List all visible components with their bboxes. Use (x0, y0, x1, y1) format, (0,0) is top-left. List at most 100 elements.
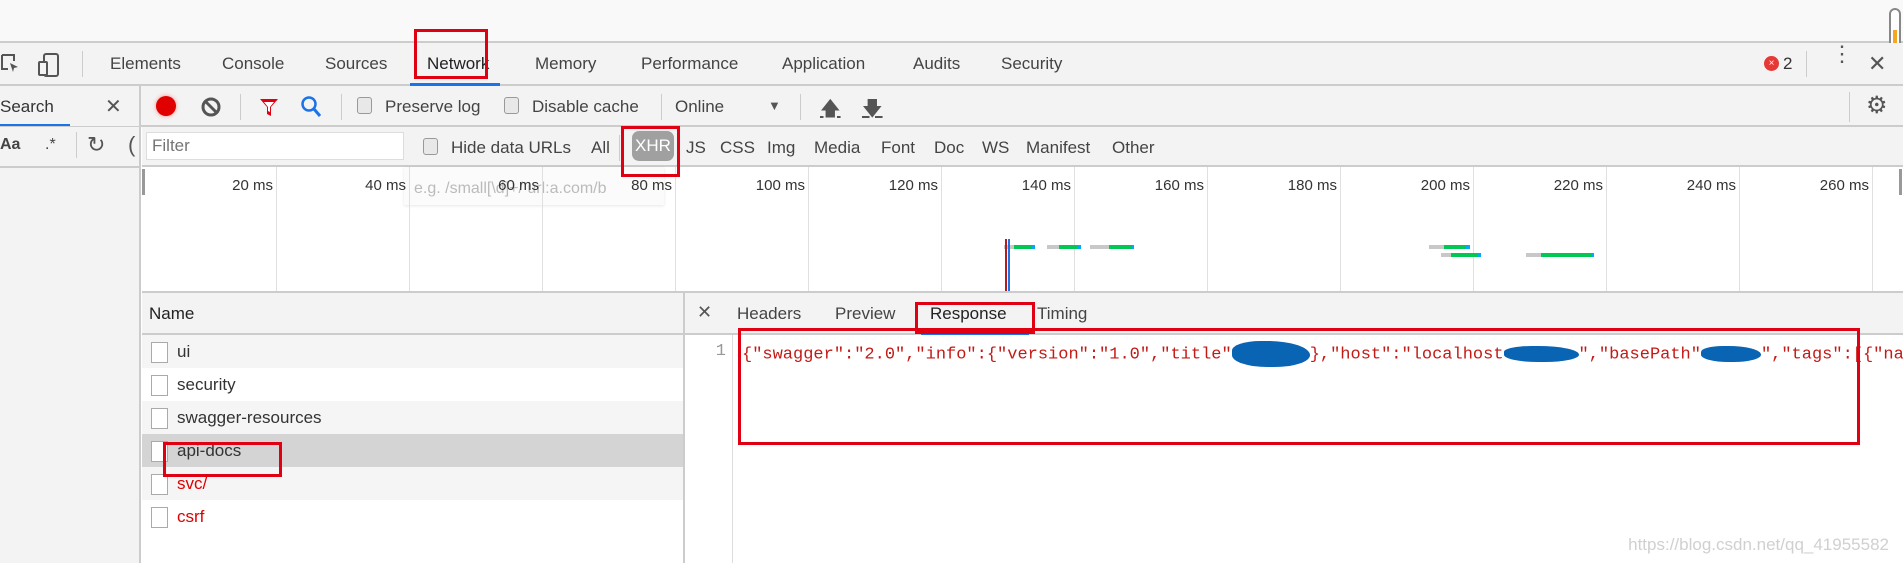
more-options-icon[interactable]: ⋮ (1831, 43, 1853, 65)
timeline-right-handle[interactable] (1899, 169, 1902, 195)
type-filter-manifest[interactable]: Manifest (1026, 138, 1090, 158)
timeline-gridline (1739, 167, 1740, 291)
tab-memory[interactable]: Memory (535, 54, 596, 74)
type-filter-js[interactable]: JS (686, 138, 706, 158)
dropdown-arrow-icon: ▼ (768, 98, 781, 113)
waterfall-bar-download (1590, 253, 1595, 257)
request-name: swagger-resources (177, 408, 322, 427)
timeline-gridline (1872, 167, 1873, 291)
timeline-tick-label: 180 ms (1287, 177, 1337, 194)
disable-cache-label[interactable]: Disable cache (532, 97, 639, 117)
regex-button[interactable]: .* (45, 136, 56, 154)
clear-icon[interactable] (200, 96, 222, 118)
timeline-tick-label: 60 ms (498, 177, 539, 194)
document-icon (151, 507, 168, 528)
detail-tab-headers[interactable]: Headers (737, 304, 801, 324)
error-count[interactable]: 2 (1783, 54, 1792, 74)
type-filter-font[interactable]: Font (881, 138, 915, 158)
waterfall-bar-queue (1429, 245, 1444, 249)
request-name: svc/ (177, 474, 208, 493)
settings-gear-icon[interactable]: ⚙ (1866, 91, 1888, 120)
type-filter-doc[interactable]: Doc (934, 138, 964, 158)
timeline-tick-label: 80 ms (631, 177, 672, 194)
document-icon (151, 375, 168, 396)
line-number: 1 (715, 342, 726, 361)
timeline-gridline (1074, 167, 1075, 291)
annotation-box-xhr (621, 126, 680, 177)
detail-tab-preview[interactable]: Preview (835, 304, 895, 324)
waterfall-bar-download (1077, 245, 1081, 249)
request-row[interactable]: ui (142, 335, 683, 368)
tab-console[interactable]: Console (222, 54, 284, 74)
timeline-left-handle[interactable] (142, 169, 145, 195)
waterfall-bar-queue (1441, 253, 1452, 257)
request-row[interactable]: swagger-resources (142, 401, 683, 434)
name-header-label: Name (149, 304, 195, 323)
search-panel-title[interactable]: Search (0, 97, 54, 117)
waterfall-bar-waiting (1443, 245, 1467, 249)
error-icon[interactable]: × (1764, 56, 1779, 71)
match-case-button[interactable]: Aa (0, 136, 20, 154)
timeline-gridline (808, 167, 809, 291)
device-toolbar-icon[interactable] (38, 52, 62, 78)
export-har-icon[interactable]: 🡇 (862, 94, 883, 128)
tab-elements[interactable]: Elements (110, 54, 181, 74)
line-number-gutter: 1 (685, 335, 733, 563)
timeline-gridline (1207, 167, 1208, 291)
tab-security[interactable]: Security (1001, 54, 1062, 74)
request-row[interactable]: security (142, 368, 683, 401)
preserve-log-label[interactable]: Preserve log (385, 97, 480, 117)
network-toolbar: Preserve log Disable cache Online ▼ 🡅 🡇 … (0, 86, 1903, 127)
clear-search-icon[interactable]: ( (128, 132, 135, 158)
type-filter-ws[interactable]: WS (982, 138, 1009, 158)
timeline-tick-label: 120 ms (888, 177, 938, 194)
waterfall-bar-queue (1047, 245, 1060, 249)
waterfall-bar-waiting (1014, 245, 1032, 249)
hide-data-urls-label[interactable]: Hide data URLs (451, 138, 571, 158)
hide-data-urls-checkbox[interactable] (423, 138, 438, 155)
close-detail-icon[interactable]: ✕ (697, 302, 712, 323)
watermark: https://blog.csdn.net/qq_41955582 (1628, 535, 1889, 554)
detail-tab-timing[interactable]: Timing (1037, 304, 1087, 324)
refresh-icon[interactable]: ↻ (87, 132, 105, 158)
import-har-icon[interactable]: 🡅 (820, 94, 841, 128)
preserve-log-checkbox[interactable] (357, 97, 372, 114)
waterfall-bar-download (1466, 245, 1470, 249)
name-column-header[interactable]: Name (142, 293, 685, 335)
tab-application[interactable]: Application (782, 54, 865, 74)
search-icon[interactable] (300, 95, 322, 119)
waterfall-bar-queue (1526, 253, 1541, 257)
tab-sources[interactable]: Sources (325, 54, 387, 74)
request-name: ui (177, 342, 191, 361)
type-filter-other[interactable]: Other (1112, 138, 1155, 158)
inspect-element-icon[interactable] (0, 53, 22, 77)
close-search-icon[interactable]: ✕ (105, 94, 122, 119)
tab-audits[interactable]: Audits (913, 54, 960, 74)
filter-input[interactable] (146, 132, 404, 160)
annotation-box-api-docs (163, 442, 282, 477)
type-filter-all[interactable]: All (591, 138, 610, 158)
timeline-tick-label: 240 ms (1686, 177, 1736, 194)
annotation-box-network (414, 29, 488, 79)
timeline-gridline (1606, 167, 1607, 291)
request-row[interactable]: csrf (142, 500, 683, 533)
type-filter-img[interactable]: Img (767, 138, 795, 158)
annotation-box-response-body (738, 328, 1860, 445)
filter-icon[interactable] (258, 96, 280, 118)
type-filter-css[interactable]: CSS (720, 138, 755, 158)
tab-performance[interactable]: Performance (641, 54, 738, 74)
network-overview-timeline[interactable]: e.g. /small[\d]+/ url:a.com/b 20 ms 40 ms… (142, 167, 1903, 293)
close-devtools-icon[interactable]: ✕ (1868, 51, 1886, 77)
timeline-tick-label: 200 ms (1420, 177, 1470, 194)
throttle-select[interactable]: Online ▼ (675, 94, 785, 120)
waterfall-bar-download (1031, 245, 1035, 249)
document-icon (151, 342, 168, 363)
type-filter-media[interactable]: Media (814, 138, 860, 158)
record-icon[interactable] (156, 96, 176, 116)
timeline-gridline (941, 167, 942, 291)
waterfall-bar-waiting (1059, 245, 1078, 249)
disable-cache-checkbox[interactable] (504, 97, 519, 114)
search-sidebar: Search ✕ Aa .* ↻ ( (0, 86, 141, 563)
dom-content-loaded-line (1004, 239, 1007, 291)
timeline-tick-label: 40 ms (365, 177, 406, 194)
